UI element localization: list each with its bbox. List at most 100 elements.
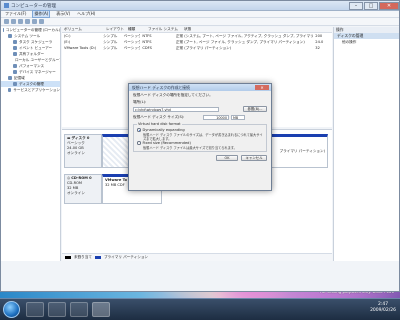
cdrom-0-info: ◎ CD-ROM 0 CD-ROM 32 MB オンライン [64, 174, 102, 204]
disk-0-info: ▬ ディスク 0 ベーシック 24.00 GB オンライン [64, 134, 102, 168]
tree-node-icon [13, 46, 17, 50]
cancel-button[interactable]: キャンセル [241, 155, 267, 161]
back-icon[interactable] [4, 19, 9, 24]
dialog-titlebar[interactable]: 仮想ハード ディスクの作成と接続 ✕ [129, 84, 271, 91]
navigation-tree: コンピューターの管理 (ローカル) システム ツール タスク スケジューラ イベント … [1, 27, 61, 261]
menu-help[interactable]: ヘルプ(H) [76, 11, 96, 17]
tree-node-icon [8, 76, 12, 80]
table-cell: ベーシック [123, 45, 141, 50]
option-fixed-label: Fixed size (Recommended) [142, 141, 191, 145]
tree-item-label: ディスクの管理 [19, 81, 44, 86]
toolbar [1, 18, 399, 26]
table-cell: VMware Tools (D:) [64, 46, 97, 50]
taskbar-computer-management-icon[interactable] [92, 302, 110, 317]
create-vhd-dialog: 仮想ハード ディスクの作成と接続 ✕ 仮想ハード ディスクの場所を指定してくださ… [128, 83, 272, 191]
table-cell: NTFS [142, 40, 152, 44]
table-cell: シンプル [103, 33, 118, 38]
tree-item[interactable]: サービスとアプリケーション [1, 87, 60, 93]
help-icon[interactable] [32, 19, 37, 24]
legend-swatch-unallocated [65, 256, 71, 259]
menu-bar: ファイル(F) 操作(A) 表示(V) ヘルプ(H) [1, 10, 399, 18]
close-button[interactable]: ✕ [379, 1, 399, 10]
tree-node-icon [13, 52, 17, 56]
table-row[interactable]: VMware Tools (D:) シンプル ベーシック CDFS 正常 (プライマリ … [62, 45, 332, 51]
tree-node-icon [13, 64, 17, 68]
start-button[interactable] [3, 301, 20, 318]
dialog-title: 仮想ハード ディスクの作成と接続 [132, 84, 190, 90]
table-cell: (C:) [64, 34, 71, 38]
properties-icon[interactable] [25, 19, 30, 24]
col-filesystem[interactable]: ファイル システム [146, 27, 182, 32]
tree-item-label: イベント ビューアー [19, 45, 53, 50]
col-layout[interactable]: レイアウト [104, 27, 126, 32]
tree-item-label: パフォーマンス [19, 63, 45, 68]
tree-item-label: 共有フォルダー [19, 51, 45, 56]
table-cell-capacity: 200 [315, 34, 323, 38]
table-cell-capacity: 24.0 [315, 40, 324, 44]
location-input[interactable]: c:\vhd\windows7.vhd [133, 106, 219, 112]
disk-0-name: ディスク 0 [71, 136, 90, 140]
tree-node-icon [8, 88, 12, 92]
taskbar-explorer-icon[interactable] [26, 302, 44, 317]
tree-node-icon [13, 82, 17, 86]
tree-item-label: コンピューターの管理 (ローカル) [5, 27, 60, 32]
col-type[interactable]: 種類 [126, 27, 146, 32]
dialog-close-button[interactable]: ✕ [255, 85, 269, 90]
menu-file[interactable]: ファイル(F) [4, 11, 27, 17]
maximize-button[interactable]: □ [364, 1, 378, 10]
tree-node-icon [8, 34, 12, 38]
tree-item-label: システム ツール [14, 33, 41, 38]
option-dynamic-desc: 仮想ハード ディスク ファイルのサイズは、データが書き込まれるにつれて最大サイズ… [143, 133, 263, 141]
table-cell: シンプル [103, 45, 118, 50]
option-dynamic-label: Dynamically expanding [142, 128, 185, 132]
radio-dynamic[interactable] [137, 128, 141, 132]
table-row[interactable]: (C:) シンプル ベーシック NTFS 正常 (システム, ブート, ページ ファイル… [62, 33, 332, 39]
table-cell: シンプル [103, 39, 118, 44]
refresh-icon[interactable] [39, 19, 44, 24]
disk-0-partition-detail: プライマリ パーティション) [279, 149, 325, 153]
ok-button[interactable]: OK [216, 155, 238, 161]
tree-item-label: タスク スケジューラ [19, 39, 53, 44]
size-unit-select[interactable]: MB [231, 115, 245, 120]
up-icon[interactable] [18, 19, 23, 24]
tree-node-icon [13, 40, 17, 44]
taskbar: 2:47 2009/02/26 [0, 298, 400, 320]
table-cell: NTFS [142, 34, 152, 38]
forward-icon[interactable] [11, 19, 16, 24]
menu-action[interactable]: 操作(A) [32, 10, 51, 18]
cdrom-0-status: オンライン [67, 191, 85, 195]
minimize-button[interactable]: – [349, 1, 363, 10]
option-fixed-desc: 仮想ハード ディスク ファイルは最大サイズで割り当てられます。 [143, 146, 237, 150]
format-group: Virtual hard disk format Dynamically exp… [133, 122, 267, 152]
table-row[interactable]: (E:) シンプル ベーシック NTFS 正常 (ブート, ページ ファイル, クラッシ… [62, 39, 332, 45]
size-label: 仮想ハード ディスク サイズ(S): [133, 115, 185, 119]
taskbar-server-manager-icon[interactable] [48, 302, 66, 317]
cdrom-0-name: CD-ROM 0 [71, 176, 92, 180]
table-cell: 正常 (プライマリ パーティション) [175, 45, 232, 50]
table-cell: CDFS [142, 46, 152, 50]
tree-item-label: サービスとアプリケーション [13, 87, 60, 92]
browse-button[interactable]: 参照(B)... [243, 106, 267, 112]
table-cell: 正常 (システム, ブート, ページ ファイル, アクティブ, クラッシュ ダン… [175, 33, 314, 38]
window-title: コンピューターの管理 [11, 3, 56, 9]
tree-item-label: デバイス マネージャー [19, 69, 56, 74]
taskbar-powershell-icon[interactable] [70, 302, 88, 317]
window-titlebar[interactable]: コンピューターの管理 – □ ✕ [1, 1, 399, 11]
size-input[interactable]: 10000 [203, 115, 229, 120]
dialog-intro: 仮想ハード ディスクの場所を指定してください。 [133, 93, 213, 97]
format-legend: Virtual hard disk format [138, 122, 181, 126]
disk-0-status: オンライン [67, 151, 85, 155]
radio-fixed[interactable] [137, 141, 141, 145]
app-icon [4, 3, 9, 8]
actions-more-item[interactable]: 他の操作 [334, 39, 399, 45]
tree-item-label: ローカル ユーザーとグループ [15, 57, 60, 62]
tree-item[interactable]: コンピューターの管理 (ローカル) [1, 27, 60, 33]
col-volume[interactable]: ボリューム [62, 27, 104, 32]
legend-bar: 未割り当て プライマリ パーティション [62, 253, 332, 261]
tray-clock[interactable]: 2:47 2009/02/26 [370, 302, 396, 314]
col-status[interactable]: 状態 [182, 27, 332, 32]
table-cell: ベーシック [123, 39, 141, 44]
clock-date: 2009/02/26 [370, 308, 396, 313]
menu-view[interactable]: 表示(V) [55, 11, 71, 17]
table-cell: 正常 (ブート, ページ ファイル, クラッシュ ダンプ, プライマリ パーティ… [175, 39, 305, 44]
